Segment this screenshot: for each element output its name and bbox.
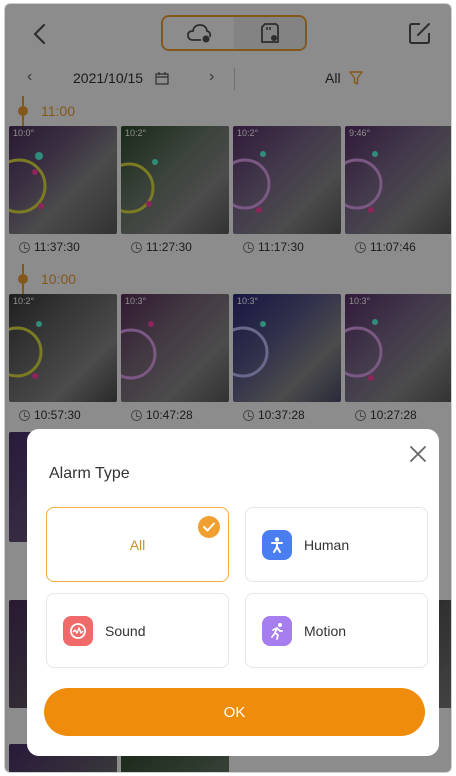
person-icon [262,529,292,560]
close-icon[interactable] [407,443,429,465]
dialog-title: Alarm Type [49,465,130,482]
running-icon [262,615,292,646]
option-sound[interactable]: Sound [46,593,229,668]
option-all[interactable]: All [46,507,229,582]
option-label: Human [304,536,350,553]
app-screen: ‹ 2021/10/15 › All 11:00 10:0° 10:2° 10:… [4,3,452,773]
option-label: Sound [105,622,146,639]
option-motion[interactable]: Motion [245,593,428,668]
option-human[interactable]: Human [245,507,428,582]
sound-icon [63,615,93,646]
alarm-type-dialog: Alarm Type All Human Sound Motion OK [27,429,439,756]
option-label: All [129,536,146,553]
option-label: Motion [304,622,347,639]
checkmark-icon [198,516,220,538]
ok-button[interactable]: OK [44,688,425,736]
